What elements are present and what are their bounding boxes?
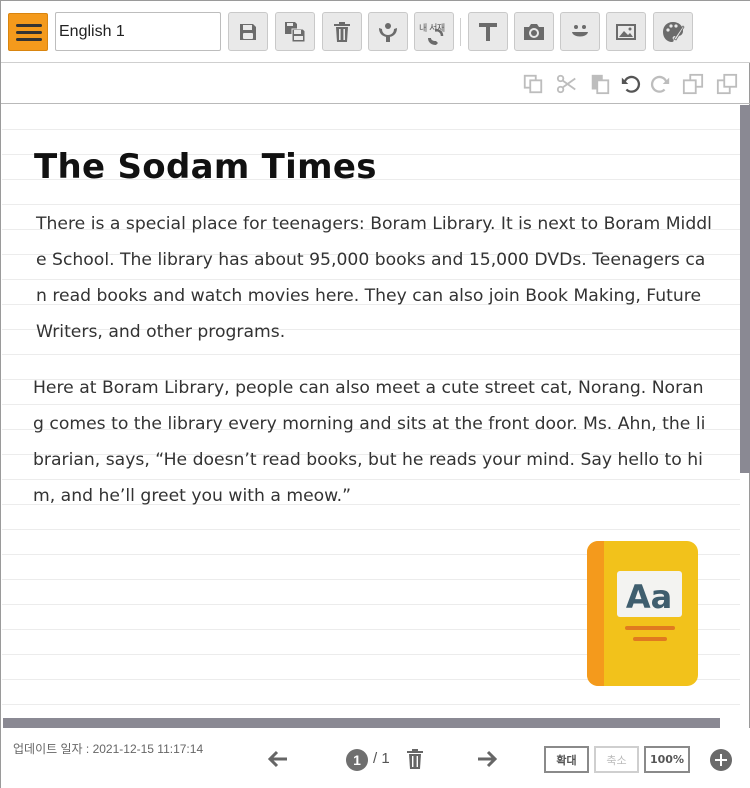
next-page-arrow-icon[interactable]: [476, 748, 498, 770]
prev-page-arrow-icon[interactable]: [267, 748, 289, 770]
copy-button[interactable]: [521, 72, 545, 96]
document-title-input[interactable]: [55, 12, 221, 51]
image-icon: [616, 23, 636, 40]
menu-line: [16, 24, 42, 27]
emoji-icon: [572, 24, 588, 36]
save-icon: [240, 23, 256, 40]
copy-icon: [523, 74, 543, 94]
palette-button[interactable]: [653, 12, 693, 51]
updated-timestamp: 업데이트 일자 : 2021-12-15 11:17:14: [13, 742, 204, 756]
page-canvas[interactable]: The Sodam Times There is a special place…: [2, 105, 740, 719]
zoom-out-button[interactable]: 축소: [594, 746, 639, 773]
share-button[interactable]: [368, 12, 408, 51]
my-bookshelf-button[interactable]: 내 서재: [414, 12, 454, 51]
paragraph[interactable]: There is a special place for teenagers: …: [36, 206, 712, 350]
cut-button[interactable]: [555, 72, 579, 96]
page-total: / 1: [373, 750, 390, 767]
send-back-icon: [716, 73, 738, 95]
document-title[interactable]: The Sodam Times: [34, 147, 377, 187]
save-button[interactable]: [228, 12, 268, 51]
redo-button[interactable]: [648, 72, 672, 96]
toolbar-separator: [460, 18, 461, 46]
cut-icon: [556, 74, 576, 94]
main-toolbar: 내 서재: [1, 1, 750, 63]
send-to-back-button[interactable]: [715, 72, 739, 96]
menu-line: [16, 38, 42, 41]
menu-line: [16, 31, 42, 34]
current-page-badge: 1: [346, 749, 368, 771]
redo-icon: [650, 75, 670, 93]
paste-button[interactable]: [588, 72, 612, 96]
footer-bar: 업데이트 일자 : 2021-12-15 11:17:14 1 / 1 확대 축…: [1, 728, 750, 788]
palette-icon: [663, 21, 685, 42]
delete-button[interactable]: [322, 12, 362, 51]
book-line: [633, 637, 667, 641]
delete-page-icon[interactable]: [405, 748, 425, 770]
book-line: [625, 626, 675, 630]
horizontal-scrollbar[interactable]: [3, 718, 720, 728]
add-text-button[interactable]: [468, 12, 508, 51]
zoom-level-button[interactable]: 100%: [644, 746, 690, 773]
book-spine: [587, 541, 604, 686]
trash-icon: [334, 21, 350, 42]
add-page-icon[interactable]: [710, 749, 732, 771]
text-icon: [479, 22, 497, 41]
paragraph[interactable]: Here at Boram Library, people can also m…: [33, 370, 711, 514]
save-as-icon: [285, 21, 306, 42]
bring-to-front-button[interactable]: [681, 72, 705, 96]
zoom-in-button[interactable]: 확대: [544, 746, 589, 773]
vertical-scrollbar[interactable]: [740, 105, 750, 473]
image-button[interactable]: [606, 12, 646, 51]
book-label-text: Aa: [626, 578, 672, 616]
edit-toolbar: [1, 63, 750, 104]
dictionary-book-icon[interactable]: Aa: [587, 541, 698, 686]
hamburger-menu-button[interactable]: [8, 13, 48, 51]
undo-icon: [621, 75, 641, 93]
bookshelf-icon: [428, 28, 444, 45]
emoji-button[interactable]: [560, 12, 600, 51]
app-frame: 내 서재: [0, 0, 750, 788]
undo-button[interactable]: [619, 72, 643, 96]
paste-icon: [591, 74, 610, 95]
camera-button[interactable]: [514, 12, 554, 51]
camera-icon: [524, 23, 544, 40]
bring-front-icon: [682, 73, 704, 95]
share-icon: [379, 22, 397, 42]
save-as-button[interactable]: [275, 12, 315, 51]
